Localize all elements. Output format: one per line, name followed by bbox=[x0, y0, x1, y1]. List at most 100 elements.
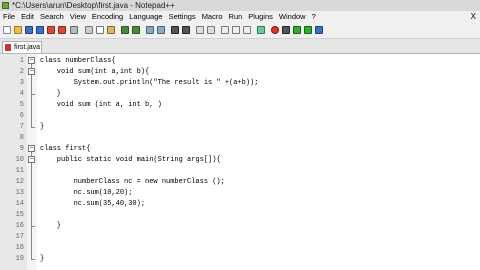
playback-icon[interactable] bbox=[293, 26, 301, 34]
code-line: 9 class first{ bbox=[0, 144, 480, 155]
code-text: class numberClass{ bbox=[40, 57, 116, 65]
menu-file[interactable]: File bbox=[0, 11, 18, 23]
find-icon[interactable] bbox=[146, 26, 154, 34]
line-number: 17 bbox=[15, 233, 24, 241]
code-text: } bbox=[40, 90, 62, 98]
code-line: 18 bbox=[0, 243, 480, 254]
menu-macro[interactable]: Macro bbox=[199, 11, 226, 23]
menu-bar: File Edit Search View Encoding Language … bbox=[0, 11, 480, 23]
menu-run[interactable]: Run bbox=[226, 11, 246, 23]
code-line: 17 bbox=[0, 232, 480, 243]
menu-search[interactable]: Search bbox=[37, 11, 67, 23]
line-number: 10 bbox=[15, 156, 24, 164]
line-number: 12 bbox=[15, 178, 24, 186]
notepadpp-icon bbox=[2, 2, 9, 9]
code-line: 2 void sum(int a,int b){ bbox=[0, 67, 480, 78]
line-number: 15 bbox=[15, 211, 24, 219]
code-text: } bbox=[40, 255, 45, 263]
code-line: 1 class numberClass{ bbox=[0, 56, 480, 67]
menu-edit[interactable]: Edit bbox=[18, 11, 37, 23]
close-document-icon[interactable]: X bbox=[471, 11, 476, 23]
line-number: 18 bbox=[15, 244, 24, 252]
line-number: 13 bbox=[15, 189, 24, 197]
line-number: 14 bbox=[15, 200, 24, 208]
code-line: 5 void sum (int a, int b, ) bbox=[0, 100, 480, 111]
new-file-icon[interactable] bbox=[3, 26, 11, 34]
code-text: class first{ bbox=[40, 145, 91, 153]
code-line: 15 bbox=[0, 210, 480, 221]
word-wrap-icon[interactable] bbox=[221, 26, 229, 34]
code-text: System.out.println("The result is " +(a+… bbox=[40, 79, 259, 87]
paste-icon[interactable] bbox=[107, 26, 115, 34]
line-number: 19 bbox=[15, 255, 24, 263]
code-text: nc.sum(10,20); bbox=[40, 189, 133, 197]
toolbar bbox=[0, 23, 480, 39]
code-line: 13 nc.sum(10,20); bbox=[0, 188, 480, 199]
zoom-out-icon[interactable] bbox=[182, 26, 190, 34]
save-macro-icon[interactable] bbox=[315, 26, 323, 34]
copy-icon[interactable] bbox=[96, 26, 104, 34]
code-text: void sum(int a,int b){ bbox=[40, 68, 150, 76]
stop-recording-icon[interactable] bbox=[282, 26, 290, 34]
line-number: 6 bbox=[19, 112, 24, 120]
code-line: 6 bbox=[0, 111, 480, 122]
menu-window[interactable]: Window bbox=[276, 11, 309, 23]
line-number: 7 bbox=[19, 123, 24, 131]
code-line: 16 } bbox=[0, 221, 480, 232]
menu-plugins[interactable]: Plugins bbox=[245, 11, 276, 23]
tab-first-java[interactable]: first.java bbox=[2, 41, 42, 53]
print-icon[interactable] bbox=[70, 26, 78, 34]
line-number: 9 bbox=[19, 145, 24, 153]
save-all-icon[interactable] bbox=[36, 26, 44, 34]
code-line: 7} bbox=[0, 122, 480, 133]
code-text: public static void main(String args[]){ bbox=[40, 156, 221, 164]
code-text: nc.sum(35,40,30); bbox=[40, 200, 146, 208]
code-text: } bbox=[40, 123, 45, 131]
line-number: 5 bbox=[19, 101, 24, 109]
menu-encoding[interactable]: Encoding bbox=[89, 11, 126, 23]
code-line: 8 bbox=[0, 133, 480, 144]
code-line: 10 public static void main(String args[]… bbox=[0, 155, 480, 166]
code-line: 11 bbox=[0, 166, 480, 177]
user-defined-language-icon[interactable] bbox=[257, 26, 265, 34]
line-number: 11 bbox=[15, 167, 24, 175]
close-all-icon[interactable] bbox=[58, 26, 66, 34]
line-number: 4 bbox=[19, 90, 24, 98]
tab-label: first.java bbox=[14, 44, 41, 51]
line-number: 8 bbox=[19, 134, 24, 142]
zoom-in-icon[interactable] bbox=[171, 26, 179, 34]
save-icon[interactable] bbox=[25, 26, 33, 34]
code-text: void sum (int a, int b, ) bbox=[40, 100, 162, 111]
redo-icon[interactable] bbox=[132, 26, 140, 34]
code-text: } bbox=[40, 222, 62, 230]
code-line: 12 numberClass nc = new numberClass (); bbox=[0, 177, 480, 188]
sync-horizontal-icon[interactable] bbox=[207, 26, 215, 34]
show-all-characters-icon[interactable] bbox=[232, 26, 240, 34]
replace-icon[interactable] bbox=[157, 26, 165, 34]
menu-help[interactable]: ? bbox=[309, 11, 319, 23]
open-file-icon[interactable] bbox=[14, 26, 22, 34]
menu-settings[interactable]: Settings bbox=[166, 11, 199, 23]
code-editor[interactable]: − − − − 1 class numberClass{ 2 void sum(i… bbox=[0, 54, 480, 270]
sync-vertical-icon[interactable] bbox=[196, 26, 204, 34]
line-number: 2 bbox=[19, 68, 24, 76]
code-text-current: void sum (int a, int b, ) bbox=[40, 101, 162, 109]
code-line: 3 System.out.println("The result is " +(… bbox=[0, 78, 480, 89]
code-line: 19} bbox=[0, 254, 480, 265]
line-number: 16 bbox=[15, 222, 24, 230]
window-title: *C:\Users\arun\Desktop\first.java - Note… bbox=[12, 1, 175, 10]
run-macro-multiple-icon[interactable] bbox=[304, 26, 312, 34]
cut-icon[interactable] bbox=[85, 26, 93, 34]
close-icon[interactable] bbox=[47, 26, 55, 34]
menu-view[interactable]: View bbox=[67, 11, 89, 23]
indent-guide-icon[interactable] bbox=[243, 26, 251, 34]
record-macro-icon[interactable] bbox=[271, 26, 279, 34]
menu-language[interactable]: Language bbox=[126, 11, 165, 23]
tab-bar: first.java bbox=[0, 39, 480, 54]
line-number: 1 bbox=[19, 57, 24, 65]
code-line: 4 } bbox=[0, 89, 480, 100]
undo-icon[interactable] bbox=[121, 26, 129, 34]
code-text: numberClass nc = new numberClass (); bbox=[40, 178, 225, 186]
code-line: 14 nc.sum(35,40,30); bbox=[0, 199, 480, 210]
line-number: 3 bbox=[19, 79, 24, 87]
